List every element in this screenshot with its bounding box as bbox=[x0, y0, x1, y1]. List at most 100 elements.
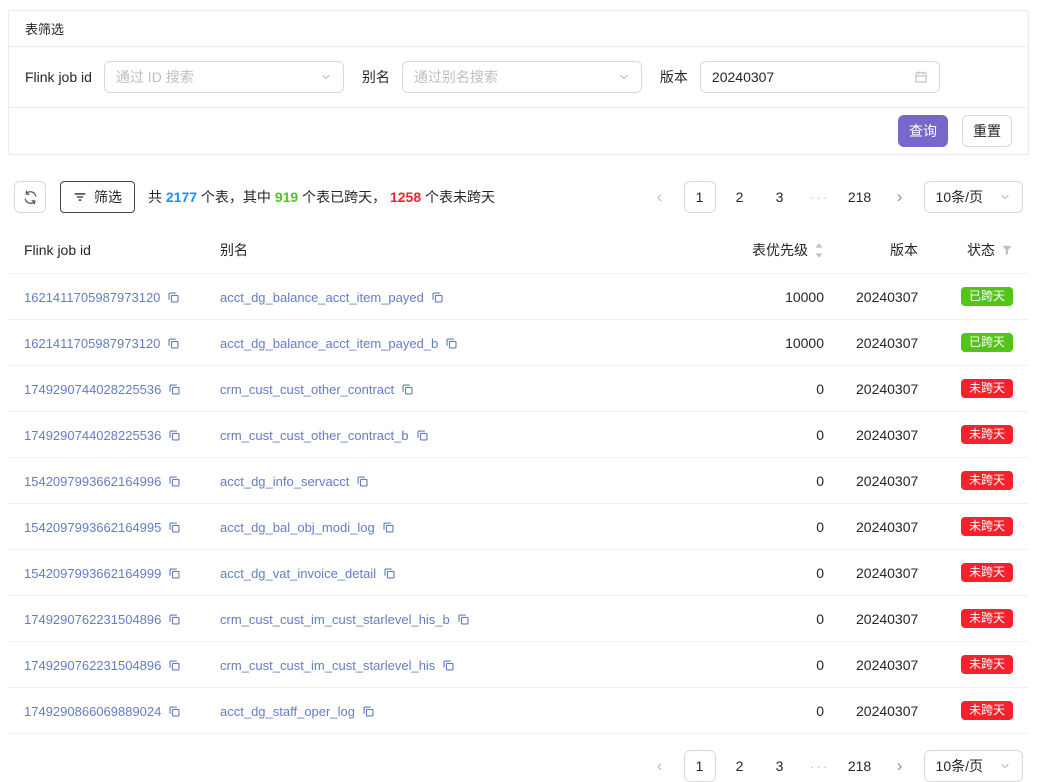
pagination-page-3[interactable]: 3 bbox=[764, 750, 796, 782]
total-count: 2177 bbox=[166, 189, 197, 205]
priority-cell: 0 bbox=[716, 366, 840, 412]
col-priority[interactable]: 表优先级 bbox=[716, 227, 840, 274]
page-size-select[interactable]: 10条/页 bbox=[924, 181, 1023, 213]
chevron-down-icon bbox=[618, 71, 630, 83]
version-cell: 20240307 bbox=[840, 688, 934, 734]
copy-icon[interactable] bbox=[168, 705, 181, 718]
job-id-link[interactable]: 1749290744028225536 bbox=[24, 428, 161, 443]
table-row: 1621411705987973120 acct_dg_balance_acct… bbox=[8, 320, 1029, 366]
priority-cell: 0 bbox=[716, 412, 840, 458]
copy-icon[interactable] bbox=[362, 705, 375, 718]
alias-link[interactable]: acct_dg_balance_acct_item_payed bbox=[220, 290, 424, 305]
table-row: 1542097993662164996 acct_dg_info_servacc… bbox=[8, 458, 1029, 504]
pagination-page-3[interactable]: 3 bbox=[764, 181, 796, 213]
alias-link[interactable]: acct_dg_balance_acct_item_payed_b bbox=[220, 336, 438, 351]
sort-carets-icon[interactable] bbox=[814, 242, 824, 259]
copy-icon[interactable] bbox=[168, 383, 181, 396]
copy-icon[interactable] bbox=[383, 567, 396, 580]
query-button[interactable]: 查询 bbox=[898, 115, 948, 147]
version-cell: 20240307 bbox=[840, 504, 934, 550]
pagination-next-button[interactable]: › bbox=[884, 181, 916, 213]
status-badge: 未跨天 bbox=[961, 701, 1013, 720]
reset-button[interactable]: 重置 bbox=[962, 115, 1012, 147]
alias-link[interactable]: crm_cust_cust_other_contract_b bbox=[220, 428, 409, 443]
pagination-prev-button[interactable]: ‹ bbox=[644, 181, 676, 213]
status-badge: 已跨天 bbox=[961, 287, 1013, 306]
copy-icon[interactable] bbox=[168, 429, 181, 442]
job-id-link[interactable]: 1749290762231504896 bbox=[24, 612, 161, 627]
alias-placeholder: 通过别名搜索 bbox=[414, 67, 610, 87]
alias-link[interactable]: crm_cust_cust_other_contract bbox=[220, 382, 394, 397]
summary-segment: 个表未跨天 bbox=[421, 189, 495, 205]
pagination-page-218[interactable]: 218 bbox=[844, 181, 876, 213]
alias-link[interactable]: acct_dg_bal_obj_modi_log bbox=[220, 520, 375, 535]
job-id-link[interactable]: 1621411705987973120 bbox=[24, 290, 160, 305]
page: 表筛选 Flink job id 通过 ID 搜索 别名 通过别名搜索 bbox=[0, 0, 1037, 782]
flink-job-id-select[interactable]: 通过 ID 搜索 bbox=[104, 61, 344, 93]
table-row: 1749290744028225536 crm_cust_cust_other_… bbox=[8, 366, 1029, 412]
copy-icon[interactable] bbox=[401, 383, 414, 396]
refresh-icon bbox=[23, 190, 38, 205]
calendar-icon bbox=[914, 70, 928, 84]
filter-card-title: 表筛选 bbox=[9, 11, 1028, 47]
copy-icon[interactable] bbox=[442, 659, 455, 672]
alias-link[interactable]: acct_dg_info_servacct bbox=[220, 474, 349, 489]
job-id-link[interactable]: 1542097993662164999 bbox=[24, 566, 161, 581]
job-id-link[interactable]: 1749290744028225536 bbox=[24, 382, 161, 397]
summary-segment: 共 bbox=[148, 189, 166, 205]
copy-icon[interactable] bbox=[382, 521, 395, 534]
crossed-count: 919 bbox=[275, 189, 298, 205]
job-id-link[interactable]: 1542097993662164995 bbox=[24, 520, 161, 535]
pagination-ellipsis[interactable]: ··· bbox=[804, 750, 836, 782]
pagination-page-1[interactable]: 1 bbox=[684, 181, 716, 213]
job-id-link[interactable]: 1621411705987973120 bbox=[24, 336, 160, 351]
status-badge: 未跨天 bbox=[961, 609, 1013, 628]
priority-cell: 0 bbox=[716, 688, 840, 734]
alias-link[interactable]: acct_dg_vat_invoice_detail bbox=[220, 566, 376, 581]
pagination-page-218[interactable]: 218 bbox=[844, 750, 876, 782]
copy-icon[interactable] bbox=[168, 475, 181, 488]
copy-icon[interactable] bbox=[457, 613, 470, 626]
job-id-link[interactable]: 1542097993662164996 bbox=[24, 474, 161, 489]
pagination-page-2[interactable]: 2 bbox=[724, 750, 756, 782]
summary-segment: 个表已跨天， bbox=[298, 189, 390, 205]
alias-link[interactable]: crm_cust_cust_im_cust_starlevel_his_b bbox=[220, 612, 450, 627]
copy-icon[interactable] bbox=[168, 521, 181, 534]
copy-icon[interactable] bbox=[167, 337, 180, 350]
alias-link[interactable]: crm_cust_cust_im_cust_starlevel_his bbox=[220, 658, 435, 673]
filter-toggle-button[interactable]: 筛选 bbox=[60, 181, 135, 213]
job-id-link[interactable]: 1749290866069889024 bbox=[24, 704, 161, 719]
col-version: 版本 bbox=[840, 227, 934, 274]
job-id-link[interactable]: 1749290762231504896 bbox=[24, 658, 161, 673]
pagination-page-1[interactable]: 1 bbox=[684, 750, 716, 782]
priority-cell: 0 bbox=[716, 504, 840, 550]
page-size-label: 10条/页 bbox=[936, 756, 983, 776]
flink-job-id-placeholder: 通过 ID 搜索 bbox=[116, 67, 312, 87]
copy-icon[interactable] bbox=[168, 659, 181, 672]
refresh-button[interactable] bbox=[14, 181, 46, 213]
version-cell: 20240307 bbox=[840, 412, 934, 458]
pagination-page-2[interactable]: 2 bbox=[724, 181, 756, 213]
copy-icon[interactable] bbox=[168, 613, 181, 626]
table-row: 1542097993662164995 acct_dg_bal_obj_modi… bbox=[8, 504, 1029, 550]
page-size-select[interactable]: 10条/页 bbox=[924, 750, 1023, 782]
field-alias: 别名 通过别名搜索 bbox=[362, 61, 642, 93]
copy-icon[interactable] bbox=[445, 337, 458, 350]
pagination-ellipsis[interactable]: ··· bbox=[804, 181, 836, 213]
copy-icon[interactable] bbox=[356, 475, 369, 488]
copy-icon[interactable] bbox=[168, 567, 181, 580]
version-cell: 20240307 bbox=[840, 274, 934, 320]
column-filter-funnel-icon[interactable] bbox=[1001, 244, 1013, 256]
alias-select[interactable]: 通过别名搜索 bbox=[402, 61, 642, 93]
col-status: 状态 bbox=[934, 227, 1029, 274]
pagination-next-button[interactable]: › bbox=[884, 750, 916, 782]
priority-cell: 0 bbox=[716, 458, 840, 504]
table-row: 1749290762231504896 crm_cust_cust_im_cus… bbox=[8, 596, 1029, 642]
alias-link[interactable]: acct_dg_staff_oper_log bbox=[220, 704, 355, 719]
pagination-prev-button[interactable]: ‹ bbox=[644, 750, 676, 782]
copy-icon[interactable] bbox=[167, 291, 180, 304]
copy-icon[interactable] bbox=[431, 291, 444, 304]
copy-icon[interactable] bbox=[416, 429, 429, 442]
version-cell: 20240307 bbox=[840, 596, 934, 642]
version-date-picker[interactable]: 20240307 bbox=[700, 61, 940, 93]
